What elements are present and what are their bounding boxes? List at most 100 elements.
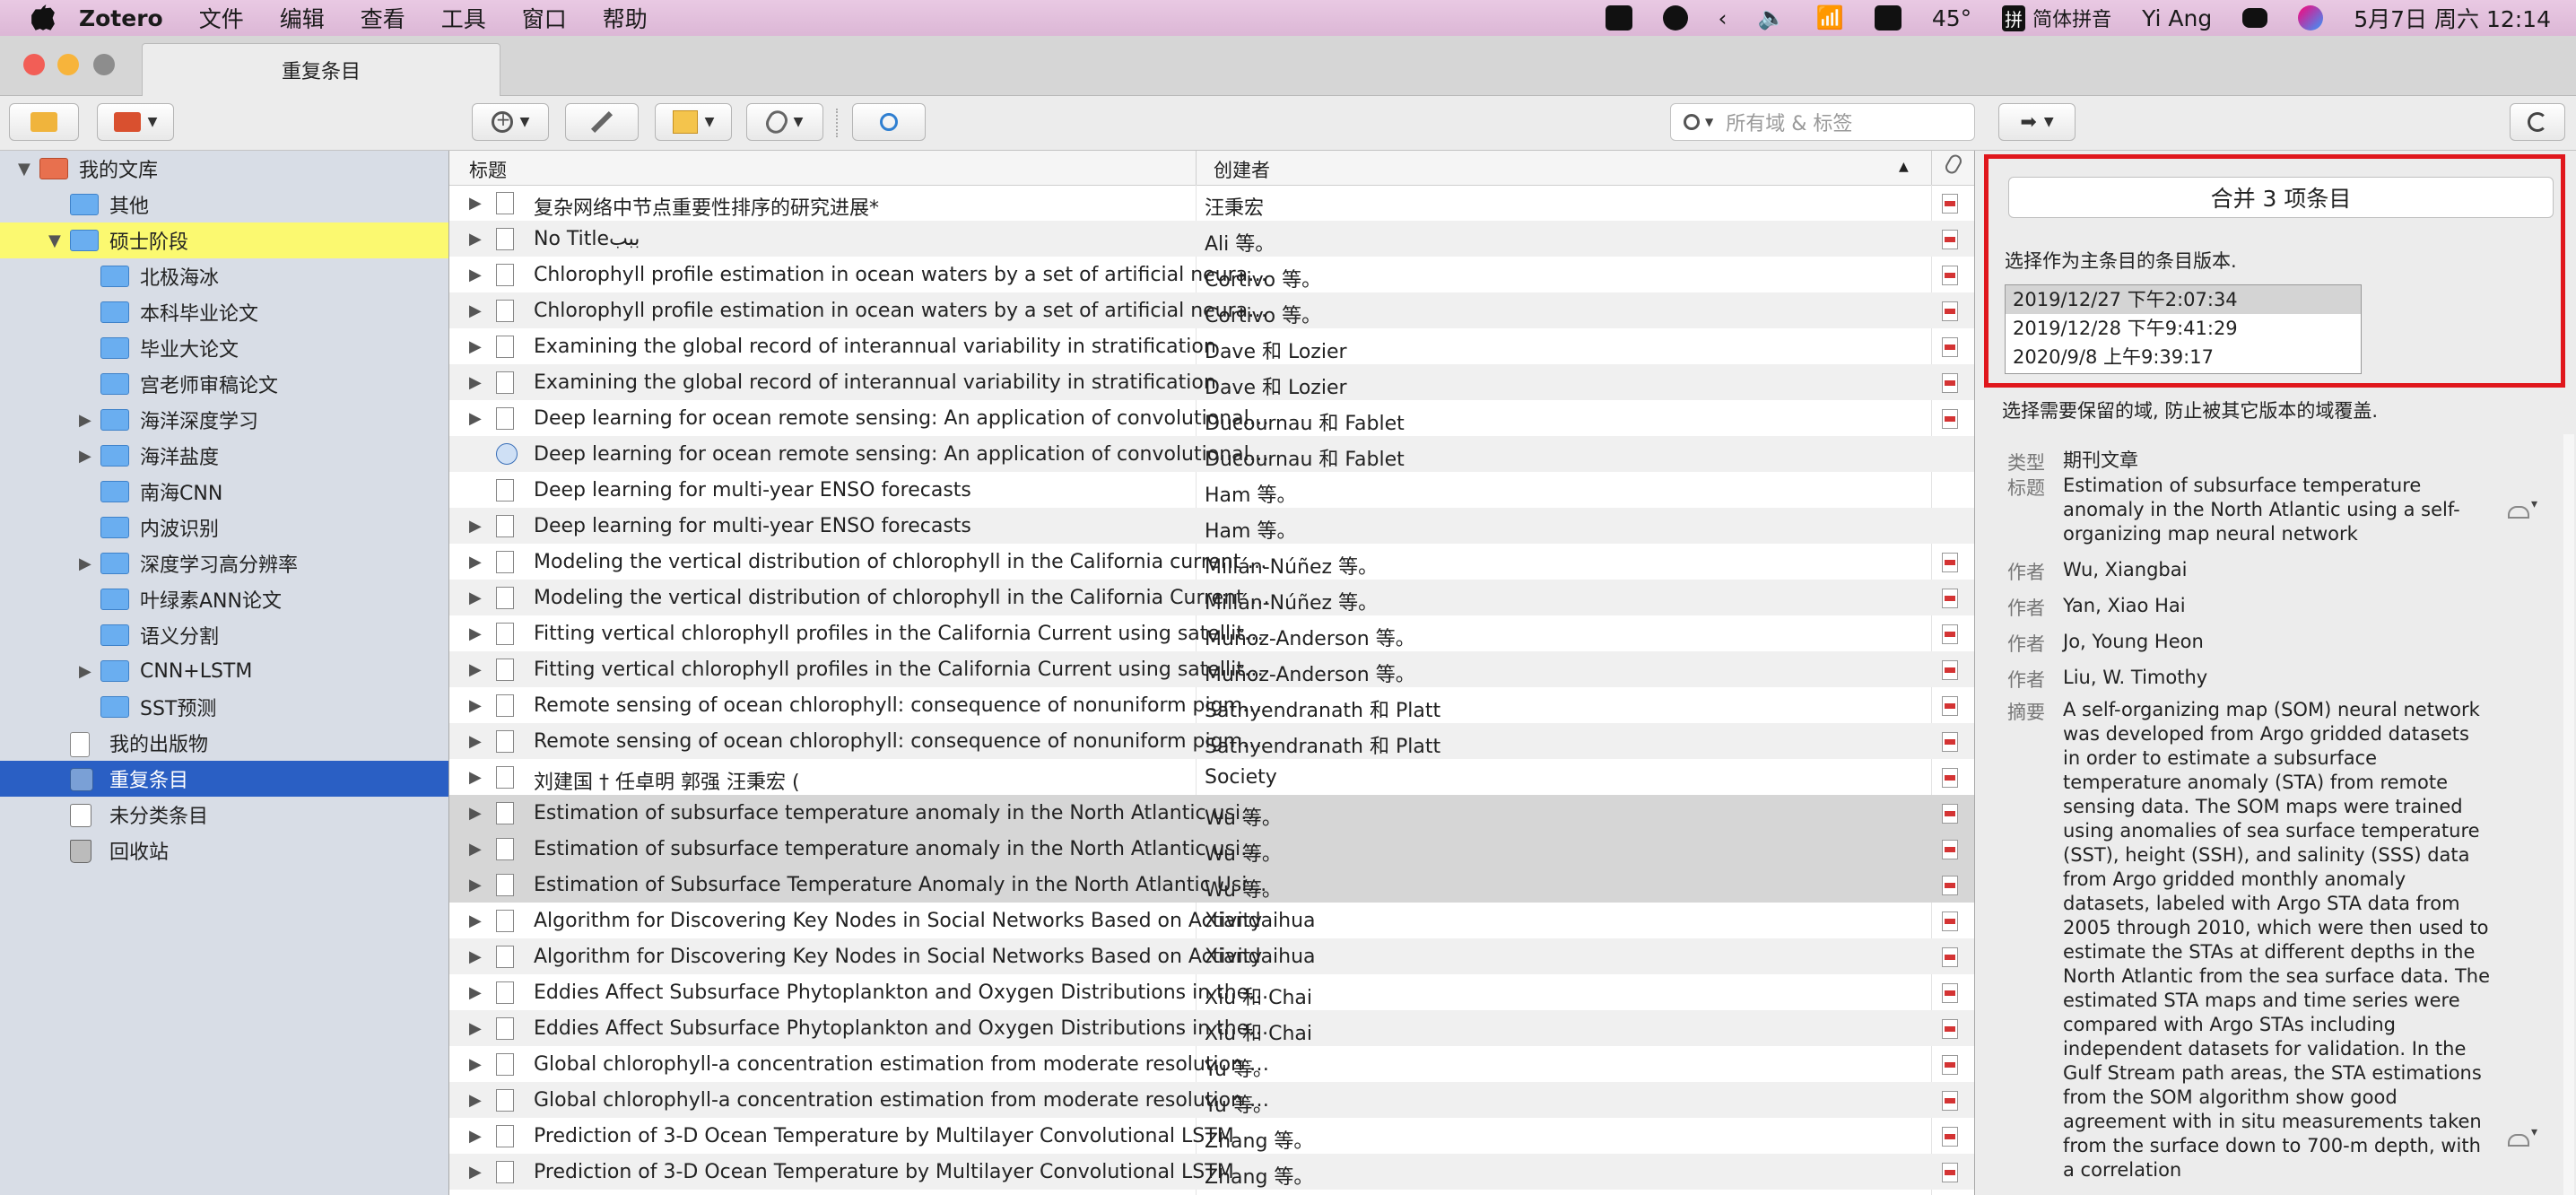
collection-row[interactable]: ▶ 海洋盐度 (0, 438, 448, 474)
user-name[interactable]: Yi Ang (2142, 5, 2212, 31)
collection-row[interactable]: 未分类条目 (0, 797, 448, 833)
search-input[interactable]: ▼ 所有域 & 标签 (1670, 103, 1975, 141)
field-value[interactable]: Estimation of subsurface temperature ano… (2063, 474, 2485, 546)
new-item-button[interactable]: ▼ (472, 103, 549, 141)
collection-row[interactable]: 内波识别 (0, 510, 448, 545)
zoom-window-button[interactable] (93, 54, 115, 75)
expand-row-icon[interactable]: ▶ (469, 876, 482, 894)
expand-row-icon[interactable]: ▶ (469, 840, 482, 859)
qq-icon[interactable] (1662, 5, 1688, 31)
locate-button[interactable]: ➡ ▼ (1998, 103, 2076, 141)
new-collection-button[interactable] (9, 103, 79, 141)
expand-row-icon[interactable]: ▶ (469, 266, 482, 284)
table-row[interactable]: ▶ Fitting vertical chlorophyll profiles i… (449, 651, 1974, 687)
paperclip-column-icon[interactable] (1943, 152, 1964, 179)
expand-row-icon[interactable]: ▶ (469, 1019, 482, 1038)
table-row[interactable]: ▶ Chlorophyll profile estimation in ocean… (449, 292, 1974, 328)
pdf-attachment-icon[interactable] (1942, 589, 1958, 608)
menu-view[interactable]: 查看 (361, 2, 405, 34)
pdf-attachment-icon[interactable] (1942, 732, 1958, 752)
menu-edit[interactable]: 编辑 (280, 2, 325, 34)
pdf-attachment-icon[interactable] (1942, 373, 1958, 393)
column-resize-handle[interactable] (1931, 151, 1932, 185)
pdf-attachment-icon[interactable] (1942, 983, 1958, 1003)
field-value[interactable]: 期刊文章 (2063, 449, 2493, 473)
add-by-identifier-button[interactable] (565, 103, 639, 141)
expand-row-icon[interactable]: ▶ (469, 589, 482, 607)
pdf-attachment-icon[interactable] (1942, 337, 1958, 357)
new-note-button[interactable]: ▼ (655, 103, 732, 141)
control-center-icon[interactable] (2242, 8, 2268, 28)
temperature-readout[interactable]: 45° (1932, 5, 1971, 31)
collection-row[interactable]: 叶绿素ANN论文 (0, 581, 448, 617)
pdf-attachment-icon[interactable] (1942, 266, 1958, 285)
pdf-attachment-icon[interactable] (1942, 230, 1958, 249)
collection-row[interactable]: ▼ 我的文库 (0, 151, 448, 187)
table-row[interactable]: ▶ 刘建国 † 任卓明 郭强 汪秉宏 (Society (449, 759, 1974, 795)
pdf-attachment-icon[interactable] (1942, 194, 1958, 214)
chevron-left-icon[interactable]: ‹ (1719, 5, 1727, 31)
expand-row-icon[interactable]: ▶ (469, 373, 482, 392)
version-list[interactable]: 2019/12/27 下午2:07:34 2019/12/28 下午9:41:2… (2005, 284, 2362, 374)
pdf-attachment-icon[interactable] (1942, 840, 1958, 859)
expand-row-icon[interactable]: ▶ (469, 660, 482, 679)
expand-row-icon[interactable]: ▶ (469, 732, 482, 751)
table-row[interactable]: ▶ Global chlorophyll-a concentration esti… (449, 1046, 1974, 1082)
collection-row[interactable]: 南海CNN (0, 474, 448, 510)
volume-icon[interactable]: 🔈 (1758, 4, 1786, 31)
field-version-chooser-icon[interactable] (2506, 497, 2537, 520)
column-header-creator[interactable]: 创建者 (1214, 156, 1270, 183)
table-row[interactable]: ▶ Estimation of subsurface temperature an… (449, 795, 1974, 831)
column-resize-handle[interactable] (1196, 151, 1197, 185)
pdf-attachment-icon[interactable] (1942, 1091, 1958, 1111)
version-item[interactable]: 2020/9/8 上午9:39:17 (2006, 343, 2361, 371)
twisty-icon[interactable]: ▼ (48, 231, 61, 250)
table-row[interactable]: ▶ Remote sensing of ocean chlorophyll: co… (449, 687, 1974, 723)
table-row[interactable]: ▶ Chlorophyll profile estimation in ocean… (449, 257, 1974, 292)
pdf-attachment-icon[interactable] (1942, 1019, 1958, 1039)
table-row[interactable]: ▶ Fitting vertical chlorophyll profiles i… (449, 615, 1974, 651)
table-row[interactable]: ▶ No Titleببب Ali 等。 (449, 221, 1974, 257)
pdf-attachment-icon[interactable] (1942, 409, 1958, 429)
menu-tools[interactable]: 工具 (441, 2, 486, 34)
field-value[interactable]: Liu, W. Timothy (2063, 666, 2493, 690)
table-row[interactable]: ▶ 复杂网络中节点重要性排序的研究进展* 汪秉宏 (449, 185, 1974, 221)
expand-row-icon[interactable]: ▶ (469, 409, 482, 428)
siri-icon[interactable] (2298, 5, 2324, 31)
expand-row-icon[interactable]: ▶ (469, 517, 482, 536)
expand-row-icon[interactable]: ▶ (469, 1127, 482, 1146)
collection-row[interactable]: 重复条目 (0, 761, 448, 797)
version-item[interactable]: 2019/12/27 下午2:07:34 (2006, 285, 2361, 314)
twisty-icon[interactable]: ▶ (79, 411, 91, 430)
expand-row-icon[interactable]: ▶ (469, 804, 482, 823)
table-row[interactable]: ▶ Modeling the vertical distribution of c… (449, 580, 1974, 615)
table-row[interactable]: Deep learning for ocean remote sensing: … (449, 436, 1974, 472)
table-row[interactable]: ▶ Estimation of subsurface temperature an… (449, 831, 1974, 867)
expand-row-icon[interactable]: ▶ (469, 1163, 482, 1182)
field-value[interactable]: Jo, Young Heon (2063, 630, 2493, 654)
pdf-attachment-icon[interactable] (1942, 947, 1958, 967)
new-library-button[interactable]: ▼ (97, 103, 174, 141)
field-value[interactable]: Yan, Xiao Hai (2063, 594, 2493, 618)
menu-help[interactable]: 帮助 (603, 2, 648, 34)
advanced-search-button[interactable] (852, 103, 926, 141)
field-value[interactable]: A self-organizing map (SOM) neural netwo… (2063, 698, 2492, 1182)
pdf-attachment-icon[interactable] (1942, 553, 1958, 572)
scratch-app-icon[interactable] (1605, 5, 1632, 31)
collection-row[interactable]: SST预测 (0, 689, 448, 725)
version-item[interactable]: 2019/12/28 下午9:41:29 (2006, 314, 2361, 343)
collection-row[interactable]: ▶ 海洋深度学习 (0, 402, 448, 438)
expand-row-icon[interactable]: ▶ (469, 696, 482, 715)
collection-row[interactable]: 语义分割 (0, 617, 448, 653)
expand-row-icon[interactable]: ▶ (469, 194, 482, 213)
pdf-attachment-icon[interactable] (1942, 876, 1958, 895)
pdf-attachment-icon[interactable] (1942, 660, 1958, 680)
column-header-title[interactable]: 标题 (469, 156, 507, 183)
pdf-attachment-icon[interactable] (1942, 1163, 1958, 1182)
field-value[interactable]: Wu, Xiangbai (2063, 558, 2493, 582)
table-row[interactable]: Deep learning for multi-year ENSO foreca… (449, 472, 1974, 508)
expand-row-icon[interactable]: ▶ (469, 768, 482, 787)
expand-row-icon[interactable]: ▶ (469, 301, 482, 320)
collection-row[interactable]: 宫老师审稿论文 (0, 366, 448, 402)
pdf-attachment-icon[interactable] (1942, 804, 1958, 824)
